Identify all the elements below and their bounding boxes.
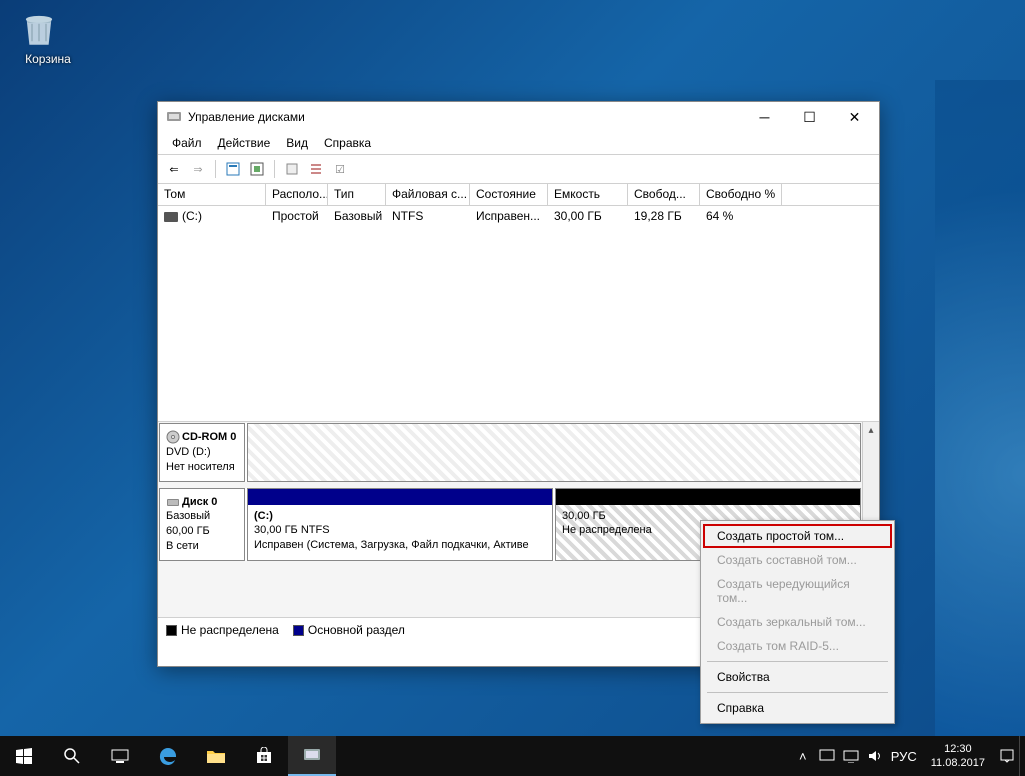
clock-time: 12:30	[931, 742, 985, 756]
edge-icon	[158, 746, 178, 766]
tray-network-icon[interactable]	[839, 736, 863, 776]
context-menu-help[interactable]: Справка	[703, 696, 892, 720]
cd-icon	[166, 430, 180, 444]
table-cell: (C:)	[158, 207, 266, 225]
context-menu-item: Создать том RAID-5...	[703, 634, 892, 658]
context-menu-item: Создать зеркальный том...	[703, 610, 892, 634]
partition-primary[interactable]: (C:)30,00 ГБ NTFSИсправен (Система, Загр…	[247, 488, 553, 561]
start-button[interactable]	[0, 736, 48, 776]
diskmgmt-taskbar-button[interactable]	[288, 736, 336, 776]
minimize-button[interactable]: ─	[742, 103, 787, 131]
table-cell: 19,28 ГБ	[628, 207, 700, 225]
table-cell: Базовый	[328, 207, 386, 225]
taskbar: ˄ РУС 12:30 11.08.2017	[0, 736, 1025, 776]
menubar: Файл Действие Вид Справка	[158, 132, 879, 155]
column-header[interactable]: Свободно %	[700, 184, 782, 205]
task-view-button[interactable]	[96, 736, 144, 776]
store-button[interactable]	[240, 736, 288, 776]
store-icon	[255, 747, 273, 765]
tray-notifications-icon[interactable]	[995, 736, 1019, 776]
tool-view1[interactable]	[223, 159, 243, 179]
toolbar: ⇐ ⇒ ☑	[158, 155, 879, 184]
scroll-up-icon[interactable]: ▴	[863, 422, 879, 439]
explorer-button[interactable]	[192, 736, 240, 776]
volume-icon	[164, 212, 178, 222]
tool-refresh[interactable]	[247, 159, 267, 179]
folder-icon	[206, 748, 226, 764]
volume-table: ТомРасполо...ТипФайловая с...СостояниеЕм…	[158, 184, 879, 422]
tool-settings[interactable]: ☑	[330, 159, 350, 179]
context-menu-properties[interactable]: Свойства	[703, 665, 892, 689]
windows-icon	[16, 748, 32, 764]
tray-language[interactable]: РУС	[887, 736, 921, 776]
tray-volume-icon[interactable]	[863, 736, 887, 776]
maximize-button[interactable]: ☐	[787, 103, 832, 131]
taskview-icon	[111, 749, 129, 763]
context-menu-item[interactable]: Создать простой том...	[703, 524, 892, 548]
show-desktop-button[interactable]	[1019, 736, 1025, 776]
search-button[interactable]	[48, 736, 96, 776]
close-button[interactable]: ✕	[832, 103, 877, 131]
back-button[interactable]: ⇐	[164, 159, 184, 179]
table-row[interactable]: (C:)ПростойБазовыйNTFSИсправен...30,00 Г…	[158, 206, 879, 226]
forward-button[interactable]: ⇒	[188, 159, 208, 179]
table-cell: 64 %	[700, 207, 782, 225]
tool-help[interactable]	[282, 159, 302, 179]
window-title: Управление дисками	[188, 110, 742, 124]
taskbar-clock[interactable]: 12:30 11.08.2017	[921, 742, 995, 771]
menu-help[interactable]: Справка	[316, 134, 379, 152]
diskmgmt-icon	[302, 746, 322, 764]
app-icon	[166, 109, 182, 125]
disk-label[interactable]: CD-ROM 0DVD (D:)Нет носителя	[159, 423, 245, 482]
tool-list-icon[interactable]	[306, 159, 326, 179]
recycle-bin-label: Корзина	[18, 52, 78, 66]
disk-icon	[166, 495, 180, 509]
legend-primary: Основной раздел	[293, 623, 405, 637]
context-menu-item: Создать чередующийся том...	[703, 572, 892, 610]
column-header[interactable]: Том	[158, 184, 266, 205]
context-menu: Создать простой том...Создать составной …	[700, 520, 895, 724]
tray-people-icon[interactable]	[815, 736, 839, 776]
disk-row: CD-ROM 0DVD (D:)Нет носителя	[159, 423, 861, 482]
legend-unallocated: Не распределена	[166, 623, 279, 637]
recycle-bin-icon	[18, 8, 60, 50]
partition-none[interactable]	[247, 423, 861, 482]
edge-button[interactable]	[144, 736, 192, 776]
table-header-row: ТомРасполо...ТипФайловая с...СостояниеЕм…	[158, 184, 879, 206]
column-header[interactable]: Свобод...	[628, 184, 700, 205]
titlebar[interactable]: Управление дисками ─ ☐ ✕	[158, 102, 879, 132]
search-icon	[63, 747, 81, 765]
menu-file[interactable]: Файл	[164, 134, 210, 152]
clock-date: 11.08.2017	[931, 756, 985, 770]
table-cell: 30,00 ГБ	[548, 207, 628, 225]
recycle-bin[interactable]: Корзина	[18, 8, 78, 66]
column-header[interactable]: Располо...	[266, 184, 328, 205]
menu-action[interactable]: Действие	[210, 134, 279, 152]
column-header[interactable]: Тип	[328, 184, 386, 205]
context-menu-item: Создать составной том...	[703, 548, 892, 572]
column-header[interactable]: Состояние	[470, 184, 548, 205]
column-header[interactable]: Емкость	[548, 184, 628, 205]
column-header[interactable]: Файловая с...	[386, 184, 470, 205]
table-cell: Простой	[266, 207, 328, 225]
table-cell: Исправен...	[470, 207, 548, 225]
tray-up-icon[interactable]: ˄	[791, 736, 815, 776]
table-cell: NTFS	[386, 207, 470, 225]
menu-view[interactable]: Вид	[278, 134, 316, 152]
disk-label[interactable]: Диск 0Базовый60,00 ГБВ сети	[159, 488, 245, 561]
